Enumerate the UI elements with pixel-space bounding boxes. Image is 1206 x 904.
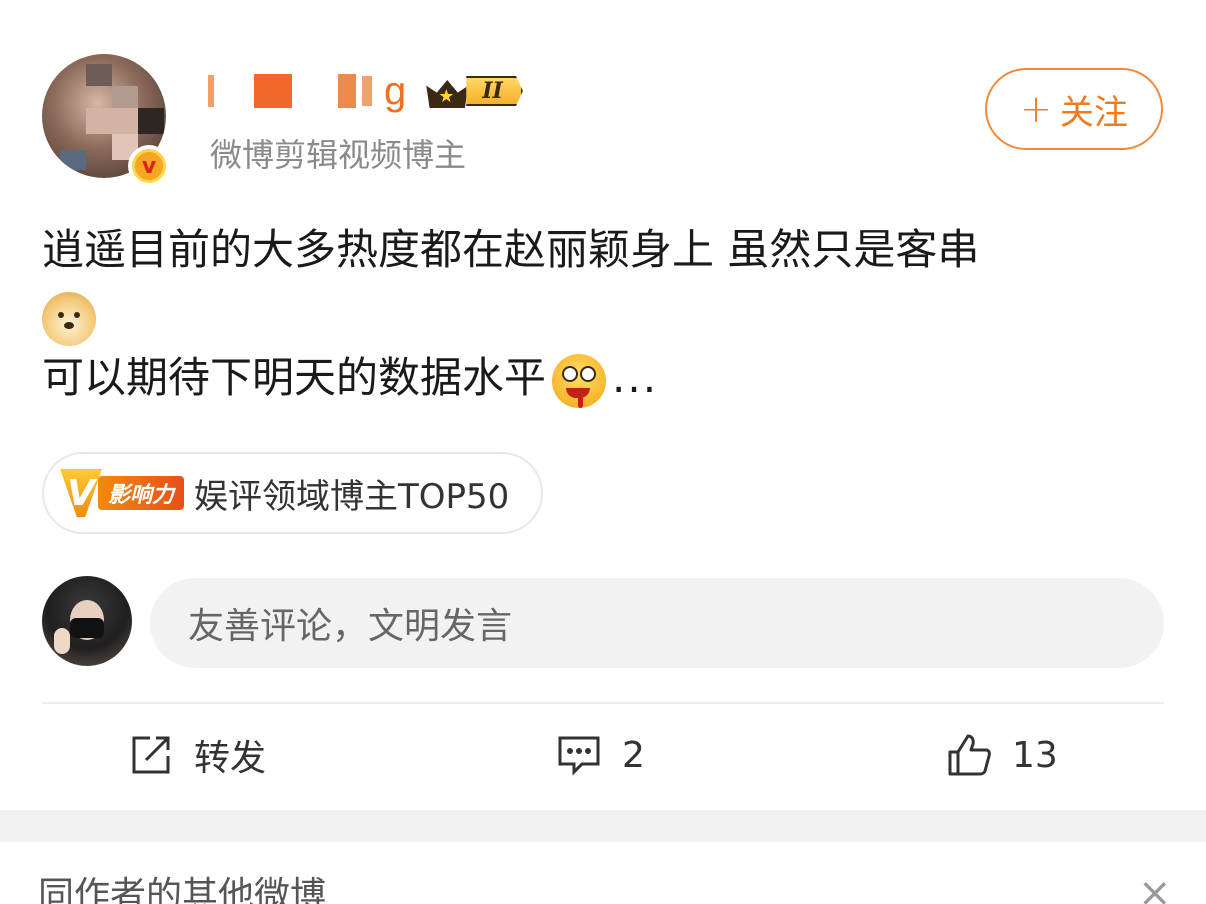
follow-button-label: 关注: [1059, 92, 1128, 133]
follow-button[interactable]: + 关注: [985, 68, 1163, 150]
verified-badge-icon: v: [128, 145, 170, 187]
close-icon[interactable]: ×: [1138, 870, 1172, 904]
avatar-mosaic-block: [86, 64, 112, 86]
repost-icon: [128, 732, 174, 778]
more-from-author-title: 同作者的其他微博: [38, 875, 327, 904]
avatar-mosaic-block: [60, 150, 86, 170]
like-button[interactable]: 13: [946, 722, 1058, 788]
thumbs-up-icon: [946, 732, 992, 778]
repost-label: 转发: [194, 738, 267, 779]
level-badge: ★ II: [424, 72, 523, 110]
influence-tag[interactable]: V 影响力 娱评领域博主TOP50: [42, 452, 544, 534]
drool-icon: [552, 353, 607, 408]
comment-input[interactable]: 友善评论，文明发言: [150, 578, 1164, 668]
username-pixelation: [362, 76, 372, 106]
repost-button[interactable]: 转发: [128, 722, 266, 788]
comment-count: 2: [622, 734, 645, 776]
comment-button[interactable]: 2: [556, 722, 645, 788]
current-user-avatar: [42, 576, 132, 666]
comment-placeholder: 友善评论，文明发言: [188, 606, 513, 647]
post-line-text: 可以期待下明天的数据水平: [42, 353, 547, 402]
influence-v-icon: V: [60, 469, 102, 517]
avatar-mosaic-block: [138, 108, 164, 134]
post-content[interactable]: 逍遥目前的大多热度都在赵丽颖身上 虽然只是客串 可以期待下明天的数据水平 ...: [42, 218, 1162, 410]
username-pixelation: [254, 74, 292, 108]
post-line: 逍遥目前的大多热度都在赵丽颖身上 虽然只是客串: [42, 225, 980, 274]
author-subtitle: 微博剪辑视频博主: [210, 136, 467, 174]
avatar-mosaic-block: [86, 108, 138, 134]
influence-tag-label: 娱评领域博主TOP50: [194, 476, 510, 517]
doge-icon: [42, 291, 96, 346]
comment-icon: [556, 732, 602, 778]
username-pixelation: [208, 75, 214, 107]
expand-more-link[interactable]: ...: [612, 353, 658, 402]
author-name[interactable]: g ★ II: [208, 66, 523, 116]
username-text: g: [384, 68, 407, 113]
divider: [42, 702, 1164, 704]
influence-badge: 影响力: [98, 476, 185, 510]
section-separator: [0, 810, 1206, 842]
post-line: 可以期待下明天的数据水平 ...: [42, 346, 1162, 410]
level-badge-label: II: [466, 76, 523, 106]
plus-icon: +: [1020, 87, 1052, 131]
avatar-mosaic-block: [112, 86, 138, 108]
like-count: 13: [1012, 734, 1058, 776]
post-line-emoji: [42, 282, 1162, 346]
username-pixelation: [338, 74, 356, 108]
crown-icon: ★: [424, 72, 470, 110]
